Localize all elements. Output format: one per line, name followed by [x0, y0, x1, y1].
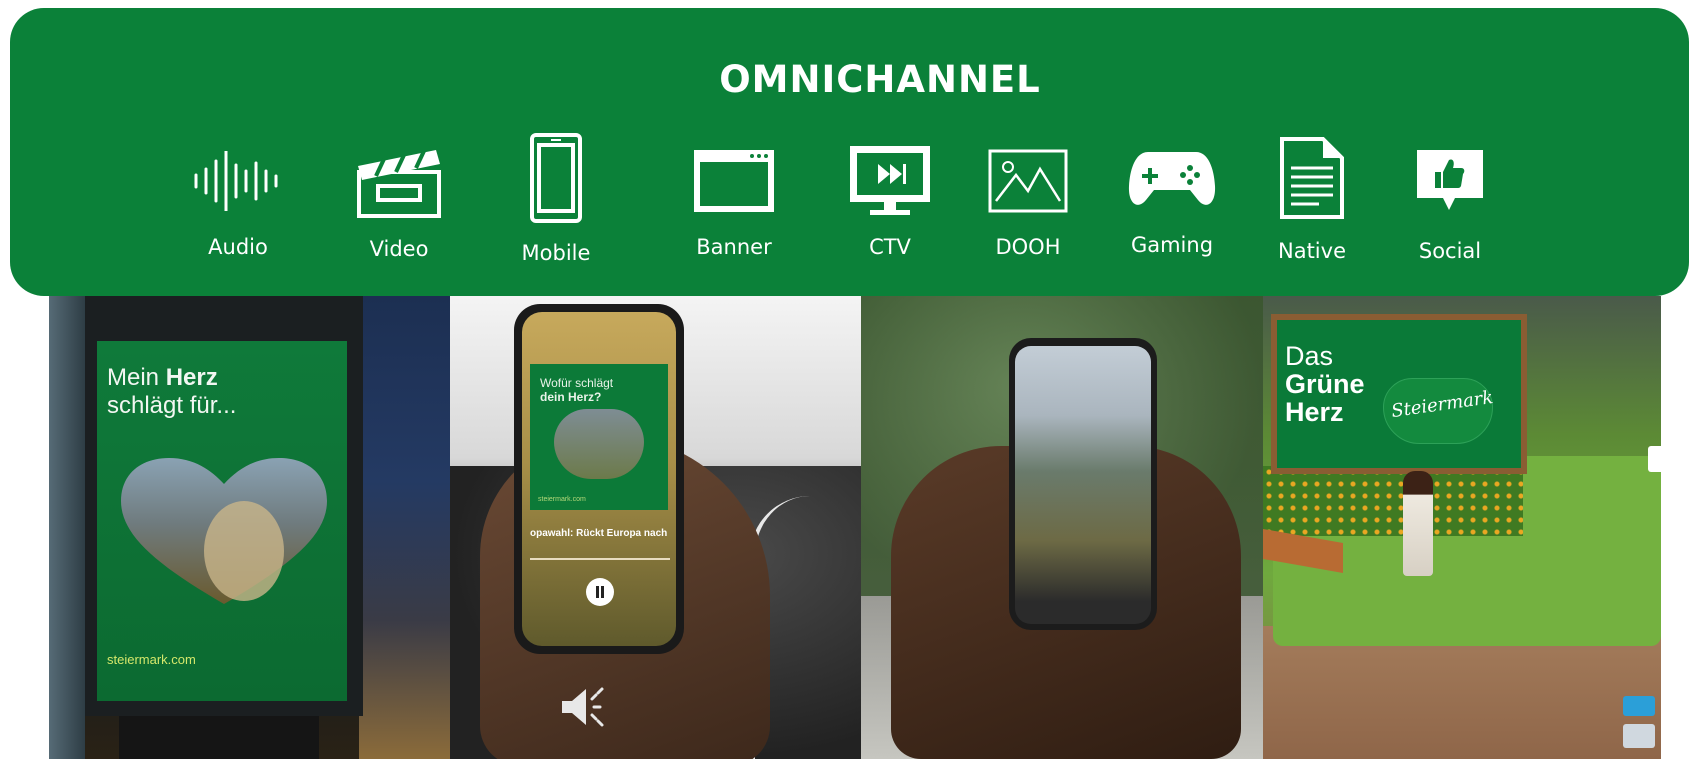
game-ui-button [1623, 724, 1655, 748]
smartphone-icon [529, 120, 583, 235]
channel-native: Native [1252, 123, 1372, 263]
game-avatar [1403, 471, 1433, 576]
channel-label: Native [1278, 239, 1346, 263]
landscape-image-icon [988, 133, 1068, 229]
speaker-icon [562, 687, 604, 727]
channel-label: Video [369, 237, 429, 261]
channel-label: CTV [869, 235, 911, 259]
game-sign-text: Das Grüne Herz [1285, 341, 1365, 427]
audio-waveform-icon [193, 133, 283, 229]
game-scene-photo: Das Grüne Herz Steiermark [1263, 296, 1661, 759]
podcast-art-url: steiermark.com [538, 496, 586, 503]
channel-mobile: Mobile [496, 120, 616, 265]
panel-expand-tab [1648, 446, 1661, 472]
channel-dooh: DOOH [968, 133, 1088, 259]
podcast-phone-photo: Wofür schlägt dein Herz? steiermark.com o… [450, 296, 861, 759]
channel-gaming: Gaming [1112, 131, 1232, 257]
document-icon [1279, 123, 1345, 233]
bus-stop-poster-photo: Mein Herz schlägt für... steiermark.com [49, 296, 450, 759]
channel-banner: Banner [674, 133, 794, 259]
channel-label: DOOH [995, 235, 1061, 259]
browser-window-icon [692, 133, 776, 229]
pause-icon [586, 578, 614, 606]
channel-social: Social [1390, 128, 1510, 263]
podcast-track-title: opawahl: Rückt Europa nach [530, 528, 668, 539]
channel-label: Audio [208, 235, 268, 259]
channel-label: Banner [696, 235, 772, 259]
mobile-video-photo [861, 296, 1263, 759]
channel-video: Video [339, 135, 459, 261]
poster-headline: Mein Herz schlägt für... [107, 364, 237, 419]
tv-fast-forward-icon [848, 133, 932, 229]
omnichannel-banner: OMNICHANNEL Audio Video Mobile Banner CT… [10, 8, 1689, 296]
channel-audio: Audio [178, 133, 298, 259]
photo-strip: Mein Herz schlägt für... steiermark.com … [49, 296, 1661, 759]
poster-url: steiermark.com [107, 652, 196, 667]
clapperboard-icon [356, 135, 442, 231]
gamepad-icon [1128, 131, 1216, 227]
heart-photo [121, 458, 327, 604]
game-ui-button [1623, 696, 1655, 716]
thumbs-up-speech-icon [1415, 128, 1485, 233]
channel-label: Social [1418, 239, 1482, 263]
podcast-art-text: Wofür schlägt dein Herz? [540, 376, 614, 404]
channel-label: Mobile [521, 241, 591, 265]
channel-label: Gaming [1130, 233, 1214, 257]
banner-title: OMNICHANNEL [719, 58, 1041, 101]
channel-ctv: CTV [830, 133, 950, 259]
